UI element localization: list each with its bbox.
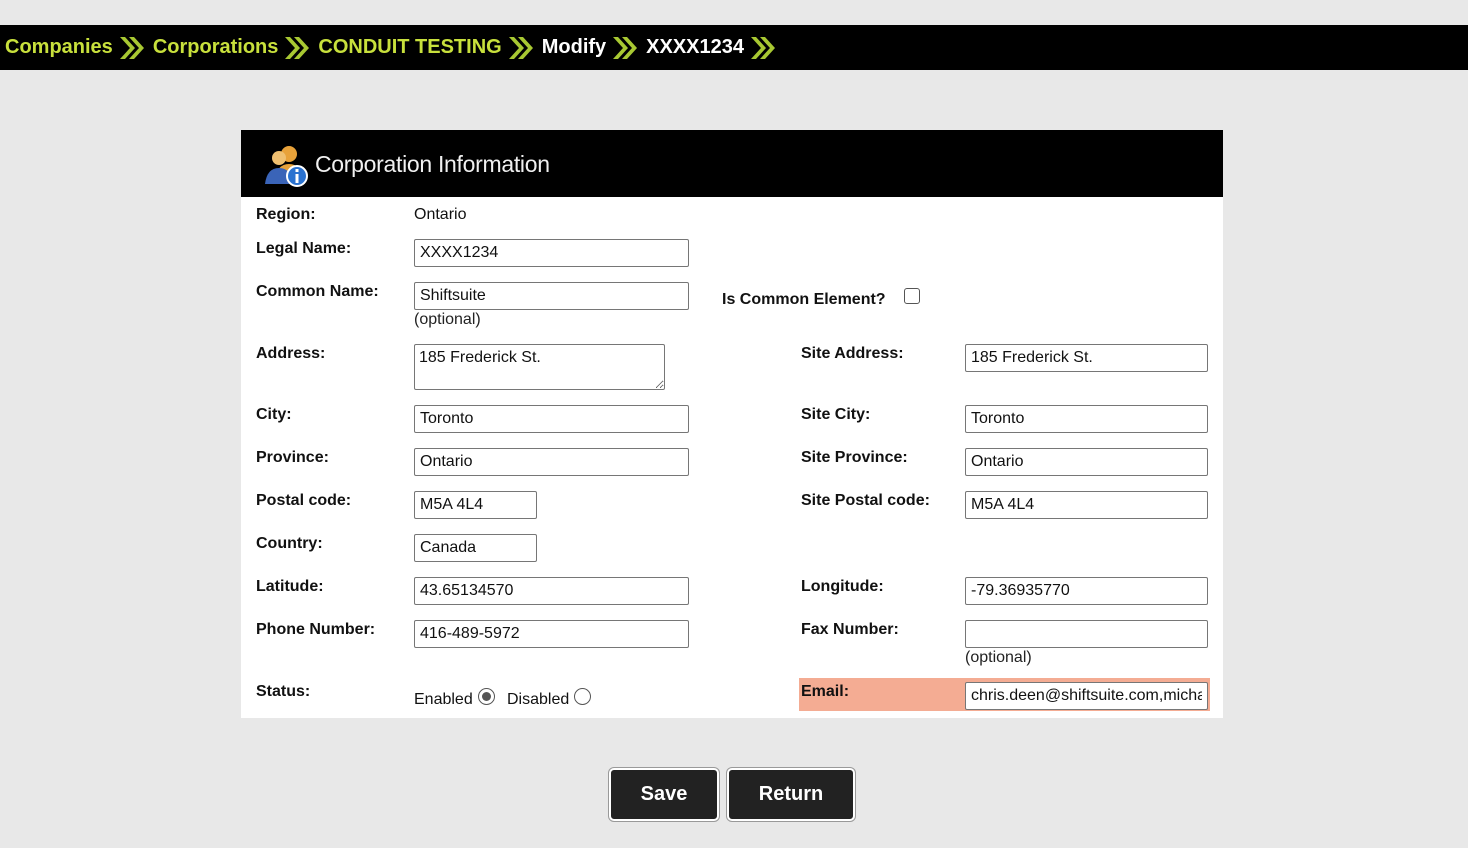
chevron-right-icon	[119, 36, 144, 59]
address-textarea[interactable]: 185 Frederick St.	[414, 344, 665, 390]
status-enabled-label: Enabled	[414, 691, 473, 708]
status-disabled-label: Disabled	[507, 691, 570, 708]
address-label: Address:	[256, 345, 326, 362]
breadcrumb-modify: Modify	[541, 36, 607, 58]
common-name-hint: (optional)	[414, 311, 481, 328]
latitude-input[interactable]	[414, 577, 689, 605]
corporation-info-panel: Corporation Information Region: Ontario …	[241, 130, 1223, 718]
is-common-element-label: Is Common Element?	[722, 291, 886, 308]
chevron-right-icon	[285, 36, 310, 59]
postal-code-input[interactable]	[414, 491, 537, 519]
fax-label: Fax Number:	[801, 621, 899, 638]
common-name-label: Common Name:	[256, 283, 379, 300]
latitude-label: Latitude:	[256, 578, 324, 595]
legal-name-label: Legal Name:	[256, 240, 352, 257]
status-label: Status:	[256, 683, 311, 700]
breadcrumb-bar: Companies Corporations CONDUIT TESTING M…	[0, 25, 1468, 70]
city-input[interactable]	[414, 405, 689, 433]
breadcrumb-record: XXXX1234	[646, 36, 745, 58]
region-value: Ontario	[414, 206, 467, 223]
chevron-right-icon	[508, 36, 533, 59]
breadcrumb-companies[interactable]: Companies	[5, 36, 113, 59]
site-address-label: Site Address:	[801, 345, 904, 362]
province-label: Province:	[256, 449, 329, 466]
longitude-input[interactable]	[965, 577, 1208, 605]
postal-code-label: Postal code:	[256, 492, 352, 509]
city-label: City:	[256, 406, 292, 423]
save-button[interactable]: Save	[609, 768, 719, 821]
return-button[interactable]: Return	[727, 768, 855, 821]
country-input[interactable]	[414, 534, 537, 562]
status-enabled-radio[interactable]	[478, 688, 495, 705]
phone-input[interactable]	[414, 620, 689, 648]
region-label: Region:	[256, 206, 316, 223]
corporation-info-icon	[265, 146, 308, 187]
chevron-right-icon	[613, 36, 638, 59]
email-label: Email:	[801, 683, 850, 700]
breadcrumb-corporations[interactable]: Corporations	[153, 36, 279, 59]
panel-header: Corporation Information	[241, 130, 1223, 197]
site-address-input[interactable]	[965, 344, 1208, 372]
site-postal-code-label: Site Postal code:	[801, 492, 930, 509]
site-province-input[interactable]	[965, 448, 1208, 476]
panel-title: Corporation Information	[315, 151, 550, 177]
breadcrumb: Companies Corporations CONDUIT TESTING M…	[5, 34, 784, 62]
fax-input[interactable]	[965, 620, 1208, 648]
status-disabled-radio[interactable]	[574, 688, 591, 705]
legal-name-input[interactable]	[414, 239, 689, 267]
email-input[interactable]	[965, 682, 1208, 710]
breadcrumb-conduit-testing[interactable]: CONDUIT TESTING	[318, 36, 501, 59]
longitude-label: Longitude:	[801, 578, 884, 595]
fax-hint: (optional)	[965, 649, 1032, 666]
site-city-input[interactable]	[965, 405, 1208, 433]
site-city-label: Site City:	[801, 406, 871, 423]
common-name-input[interactable]	[414, 282, 689, 310]
chevron-right-icon	[751, 36, 776, 59]
site-province-label: Site Province:	[801, 449, 908, 466]
phone-label: Phone Number:	[256, 621, 376, 638]
site-postal-code-input[interactable]	[965, 491, 1208, 519]
is-common-element-checkbox[interactable]	[904, 288, 920, 304]
country-label: Country:	[256, 535, 323, 552]
province-input[interactable]	[414, 448, 689, 476]
